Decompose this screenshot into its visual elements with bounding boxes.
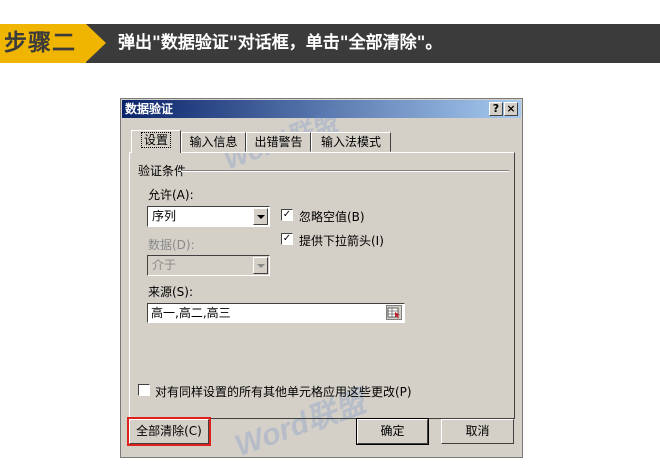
- data-select: 介于: [147, 255, 270, 276]
- ignore-blank-checkbox[interactable]: ✓: [281, 209, 293, 221]
- dropdown-arrow-checkbox[interactable]: ✓: [281, 233, 293, 245]
- source-label: 来源(S):: [148, 285, 194, 299]
- step-label: 步骤二: [0, 24, 86, 63]
- data-value: 介于: [152, 258, 177, 272]
- chevron-down-icon[interactable]: [253, 208, 268, 225]
- ignore-blank-label[interactable]: 忽略空值(B): [299, 208, 365, 225]
- data-label: 数据(D):: [148, 238, 195, 252]
- step-instruction: 弹出"数据验证"对话框，单击"全部清除"。: [118, 33, 443, 53]
- close-button[interactable]: ×: [504, 102, 518, 116]
- tab-input-message[interactable]: 输入信息: [181, 132, 246, 152]
- data-validation-dialog: 数据验证 ? × Word联盟 设置 输入信息 出错警告 输入法模式 验证条件 …: [120, 98, 523, 463]
- tab-settings[interactable]: 设置: [131, 130, 181, 153]
- chevron-down-icon: [253, 257, 268, 274]
- dialog-title: 数据验证: [125, 102, 174, 116]
- step-arrow-shape: [86, 24, 106, 62]
- dialog-titlebar[interactable]: 数据验证 ? ×: [122, 100, 521, 118]
- validation-criteria-label: 验证条件: [138, 164, 187, 178]
- group-divider: [181, 170, 509, 172]
- step-banner: 步骤二 弹出"数据验证"对话框，单击"全部清除"。: [0, 24, 660, 63]
- cancel-button[interactable]: 取消: [441, 419, 514, 444]
- allow-label: 允许(A):: [148, 188, 194, 202]
- tab-ime-mode[interactable]: 输入法模式: [311, 132, 391, 152]
- tab-error-alert[interactable]: 出错警告: [246, 132, 311, 152]
- ok-button[interactable]: 确定: [356, 418, 429, 445]
- apply-all-label[interactable]: 对有同样设置的所有其他单元格应用这些更改(P): [155, 383, 412, 400]
- allow-value: 序列: [152, 209, 177, 223]
- tab-settings-label: 设置: [140, 132, 171, 148]
- allow-select[interactable]: 序列: [147, 206, 270, 227]
- source-input[interactable]: 高一,高二,高三: [147, 303, 405, 323]
- help-button[interactable]: ?: [489, 102, 503, 116]
- apply-all-checkbox[interactable]: [138, 384, 150, 396]
- source-value: 高一,高二,高三: [151, 306, 231, 320]
- dropdown-arrow-label[interactable]: 提供下拉箭头(I): [299, 232, 384, 249]
- range-select-icon[interactable]: [386, 305, 402, 320]
- clear-all-button[interactable]: 全部清除(C): [129, 419, 209, 444]
